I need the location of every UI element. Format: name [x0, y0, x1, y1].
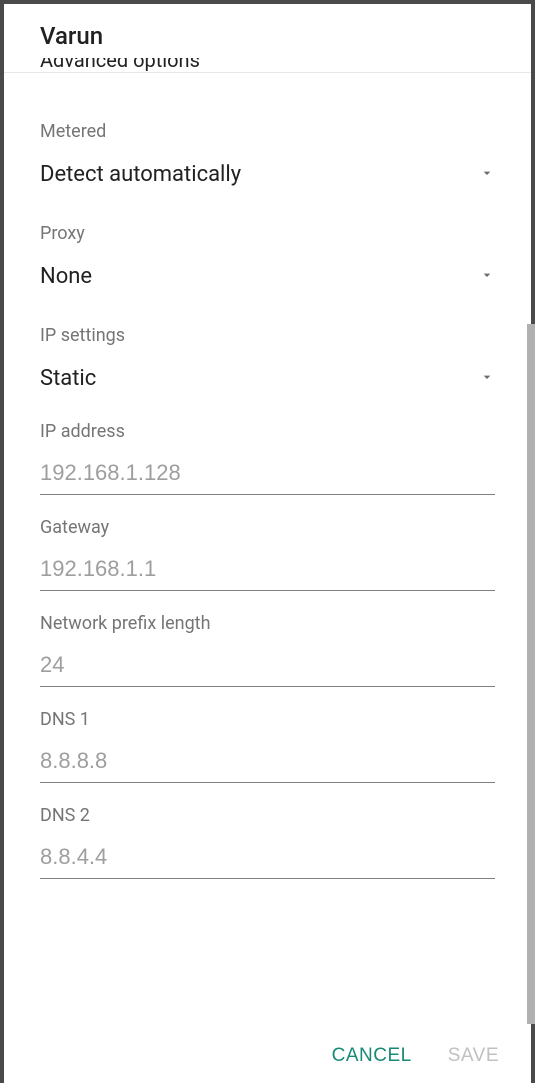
save-button: SAVE — [444, 1041, 503, 1071]
scroll-area: Metered Detect automatically Proxy None … — [4, 73, 531, 1027]
prefix-length-input[interactable] — [40, 646, 495, 687]
ip-address-label: IP address — [40, 421, 495, 442]
proxy-label: Proxy — [40, 223, 495, 244]
caret-down-icon — [479, 369, 495, 389]
gateway-label: Gateway — [40, 517, 495, 538]
proxy-value: None — [40, 264, 92, 289]
dns1-label: DNS 1 — [40, 709, 495, 730]
metered-label: Metered — [40, 121, 495, 142]
proxy-dropdown[interactable]: None — [40, 256, 495, 297]
wifi-network-dialog: Varun Advanced options Metered Detect au… — [4, 4, 531, 1083]
dns1-input[interactable] — [40, 742, 495, 783]
metered-dropdown[interactable]: Detect automatically — [40, 154, 495, 195]
caret-down-icon — [479, 267, 495, 287]
advanced-options-row[interactable]: Advanced options — [4, 58, 531, 72]
metered-value: Detect automatically — [40, 162, 241, 187]
advanced-options-label: Advanced options — [40, 58, 200, 72]
ip-address-input[interactable] — [40, 454, 495, 495]
ip-settings-label: IP settings — [40, 325, 495, 346]
dns2-label: DNS 2 — [40, 805, 495, 826]
ip-settings-dropdown[interactable]: Static — [40, 358, 495, 399]
dialog-title: Varun — [4, 4, 531, 58]
gateway-input[interactable] — [40, 550, 495, 591]
prefix-length-label: Network prefix length — [40, 613, 495, 634]
scrollbar-thumb[interactable] — [527, 324, 535, 1024]
cancel-button[interactable]: CANCEL — [328, 1041, 416, 1071]
caret-down-icon — [479, 165, 495, 185]
dialog-button-bar: CANCEL SAVE — [4, 1027, 531, 1083]
ip-settings-value: Static — [40, 366, 96, 391]
dns2-input[interactable] — [40, 838, 495, 879]
